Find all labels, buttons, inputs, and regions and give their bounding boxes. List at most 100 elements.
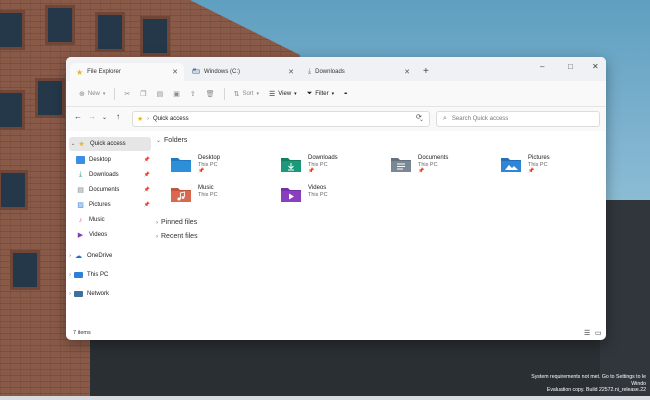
chevron-down-icon[interactable]: ⌄ <box>69 141 77 147</box>
tab-windows-c[interactable]: Windows (C:) ✕ <box>186 63 300 81</box>
tab-downloads[interactable]: ⤓ Downloads ✕ <box>302 63 416 81</box>
folder-item-documents[interactable]: Documents This PC 📌 <box>390 153 490 179</box>
music-icon: ♪ <box>78 216 83 224</box>
search-input[interactable]: ⌕ Search Quick access <box>436 111 600 127</box>
new-button[interactable]: ⊕ New ▾ <box>74 86 110 102</box>
sidebar-item-label: Network <box>87 291 110 297</box>
rename-button[interactable]: ▣ <box>168 86 185 102</box>
close-tab-icon[interactable]: ✕ <box>404 68 410 76</box>
sidebar-item-label: Videos <box>89 232 108 238</box>
chevron-down-icon: ▾ <box>102 90 106 97</box>
chevron-down-icon: ⌄ <box>156 138 162 144</box>
toolbar-divider <box>223 87 225 100</box>
close-tab-icon[interactable]: ✕ <box>172 68 178 76</box>
breadcrumb-separator-icon: › <box>147 116 149 122</box>
star-icon: ★ <box>76 67 84 77</box>
video-icon: ▶ <box>77 232 84 239</box>
new-label: New <box>87 90 100 97</box>
sidebar-item-label: Music <box>89 217 105 223</box>
section-title: Pinned files <box>161 219 198 226</box>
documents-folder-icon <box>391 158 411 172</box>
more-options-button[interactable]: ••• <box>339 86 351 102</box>
sort-label: Sort <box>242 90 254 97</box>
tab-file-explorer[interactable]: ★ File Explorer ✕ <box>70 63 184 81</box>
navigation-pane: ⌄ ★ Quick access Desktop 📌 ⤓ Downloads 📌… <box>66 133 152 323</box>
address-bar[interactable]: ★ › Quick access ⌄ <box>132 111 430 127</box>
search-icon: ⌕ <box>443 115 447 122</box>
minimize-button[interactable]: – <box>540 62 544 71</box>
share-icon: ⇪ <box>189 90 196 98</box>
recent-files-section-header[interactable]: › Recent files <box>156 233 198 240</box>
sidebar-item-onedrive[interactable]: › ☁ OneDrive <box>66 249 152 263</box>
tiles-view-button[interactable]: ▭ <box>595 329 602 337</box>
music-folder-icon <box>171 188 191 202</box>
sidebar-item-network[interactable]: › Network <box>66 287 152 301</box>
copy-button[interactable]: ❐ <box>135 86 151 102</box>
folder-item-pictures[interactable]: Pictures This PC 📌 <box>500 153 600 179</box>
pin-icon: 📌 <box>528 168 535 174</box>
folder-item-videos[interactable]: Videos This PC <box>280 183 380 209</box>
chevron-down-icon: ▾ <box>294 90 297 97</box>
cut-button[interactable]: ✂ <box>119 86 135 102</box>
close-window-button[interactable]: ✕ <box>592 62 599 71</box>
breadcrumb[interactable]: Quick access <box>153 116 189 122</box>
sidebar-item-label: Quick access <box>90 141 126 147</box>
section-title: Folders <box>164 137 188 144</box>
up-button[interactable]: ↑ <box>116 112 120 121</box>
toolbar-divider <box>114 87 116 100</box>
cloud-icon: ☁ <box>75 253 82 260</box>
folder-location: This PC <box>308 192 328 198</box>
folder-item-desktop[interactable]: Desktop This PC 📌 <box>170 153 270 179</box>
sidebar-item-label: Desktop <box>89 157 112 163</box>
close-tab-icon[interactable]: ✕ <box>288 68 294 76</box>
share-button[interactable]: ⇪ <box>185 86 201 102</box>
new-tab-button[interactable]: + <box>423 66 429 77</box>
more-icon: ••• <box>344 90 347 97</box>
sidebar-item-music[interactable]: ♪ Music <box>66 213 152 227</box>
forward-button[interactable]: → <box>88 112 96 121</box>
refresh-button[interactable]: ⟳ <box>416 113 422 121</box>
details-view-button[interactable]: ☰ <box>584 329 590 337</box>
view-label: View <box>278 90 292 97</box>
view-icon: ☰ <box>268 90 276 98</box>
taskbar <box>0 396 650 400</box>
view-button[interactable]: ☰ View ▾ <box>264 86 302 102</box>
chevron-right-icon[interactable]: › <box>66 272 74 278</box>
back-button[interactable]: ← <box>74 112 82 121</box>
pin-icon: 📌 <box>143 157 150 163</box>
address-row: ← → ⌄ ↑ ★ › Quick access ⌄ ⟳ ⌕ Search Qu… <box>66 107 606 131</box>
download-icon: ⤓ <box>78 171 83 178</box>
pinned-files-section-header[interactable]: › Pinned files <box>156 219 197 226</box>
folders-section-header[interactable]: ⌄ Folders <box>156 137 187 144</box>
cut-icon: ✂ <box>124 90 131 98</box>
pin-icon: 📌 <box>143 187 150 193</box>
recent-locations-button[interactable]: ⌄ <box>102 114 107 121</box>
paste-button[interactable]: ▤ <box>152 86 169 102</box>
chevron-down-icon: ▾ <box>256 90 259 97</box>
network-icon <box>74 291 83 297</box>
folder-location: This PC <box>198 192 218 198</box>
sidebar-item-quick-access[interactable]: ⌄ ★ Quick access <box>69 137 151 151</box>
chevron-right-icon[interactable]: › <box>66 291 74 297</box>
item-count: 7 items <box>73 330 91 336</box>
sort-button[interactable]: ⇅ Sort ▾ <box>229 86 264 102</box>
document-icon: ▤ <box>77 187 84 194</box>
sidebar-item-this-pc[interactable]: › This PC <box>66 268 152 282</box>
sidebar-item-label: Downloads <box>89 172 119 178</box>
sort-icon: ⇅ <box>233 90 240 98</box>
chevron-right-icon[interactable]: › <box>66 253 74 259</box>
sidebar-item-documents[interactable]: ▤ Documents 📌 <box>66 183 152 197</box>
pin-icon: 📌 <box>308 168 315 174</box>
delete-button[interactable]: 🗑 <box>201 86 220 102</box>
sidebar-item-videos[interactable]: ▶ Videos <box>66 228 152 242</box>
folder-item-downloads[interactable]: Downloads This PC 📌 <box>280 153 380 179</box>
folder-item-music[interactable]: Music This PC <box>170 183 270 209</box>
star-icon: ★ <box>137 116 144 123</box>
sidebar-item-downloads[interactable]: ⤓ Downloads 📌 <box>66 168 152 182</box>
filter-button[interactable]: ⏷ Filter ▾ <box>302 86 339 102</box>
sidebar-item-pictures[interactable]: ▨ Pictures 📌 <box>66 198 152 212</box>
tab-label: File Explorer <box>87 69 121 75</box>
maximize-button[interactable]: □ <box>568 62 573 71</box>
sidebar-item-desktop[interactable]: Desktop 📌 <box>66 153 152 167</box>
watermark-line: Evaluation copy. Build 22572.ni_release.… <box>546 387 646 394</box>
